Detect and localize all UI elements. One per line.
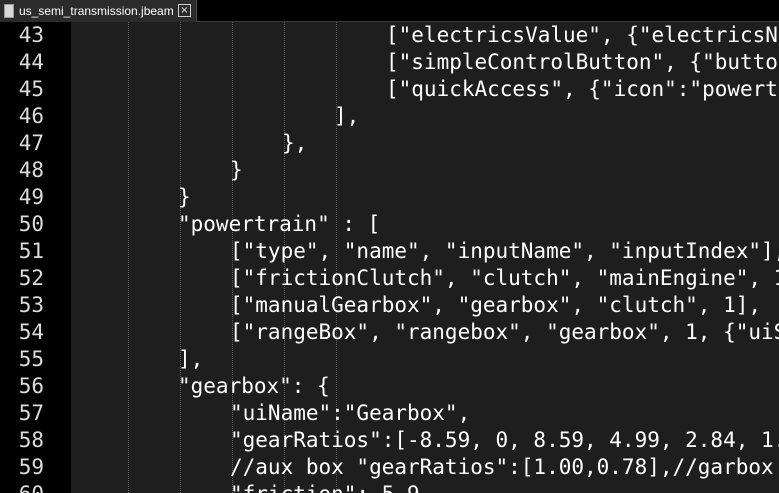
code-line: 52 ["frictionClutch", "clutch", "mainEngi… xyxy=(0,265,779,292)
code-line: 51 ["type", "name", "inputName", "inputIn… xyxy=(0,238,779,265)
code-text[interactable]: ["electricsValue", {"electricsName" xyxy=(386,22,779,49)
code-text[interactable]: ], xyxy=(334,103,359,130)
editor-window: us_semi_transmission.jbeam × 43 ["electri… xyxy=(0,0,779,493)
code-text[interactable]: //aux box "gearRatios":[1.00,0.78],//gar… xyxy=(230,454,779,481)
line-number: 56 xyxy=(18,374,44,398)
code-line: 46], xyxy=(0,103,779,130)
code-lines: 43 ["electricsValue", {"electricsName" 44 [… xyxy=(0,22,779,493)
code-line: 53 ["manualGearbox", "gearbox", "clutch",… xyxy=(0,292,779,319)
code-line: 56 "gearbox": { xyxy=(0,373,779,400)
code-text[interactable]: } xyxy=(178,184,191,211)
line-number: 46 xyxy=(18,104,44,128)
code-line: 45 ["quickAccess", {"icon":"powertrain xyxy=(0,76,779,103)
line-number: 50 xyxy=(18,212,44,236)
code-text[interactable]: } xyxy=(230,157,243,184)
line-number: 54 xyxy=(18,320,44,344)
code-text[interactable]: "friction": 5.9, xyxy=(230,481,432,493)
code-line: 43 ["electricsValue", {"electricsName" xyxy=(0,22,779,49)
code-text[interactable]: "uiName":"Gearbox", xyxy=(230,400,470,427)
line-number: 60 xyxy=(0,481,44,493)
line-number: 55 xyxy=(18,347,44,371)
code-line: 59 //aux box "gearRatios":[1.00,0.78],//g… xyxy=(0,454,779,481)
code-line: 47}, xyxy=(0,130,779,157)
line-number: 44 xyxy=(18,50,44,74)
code-text[interactable]: "gearRatios":[-8.59, 0, 8.59, 4.99, 2.84… xyxy=(230,427,779,454)
code-line: 50 "powertrain" : [ xyxy=(0,211,779,238)
line-number: 52 xyxy=(18,266,44,290)
line-number: 53 xyxy=(18,293,44,317)
file-icon xyxy=(3,4,15,18)
line-number: 49 xyxy=(18,185,44,209)
line-number: 51 xyxy=(18,239,44,263)
code-text[interactable]: ], xyxy=(178,346,203,373)
code-line: 58 "gearRatios":[-8.59, 0, 8.59, 4.99, 2.… xyxy=(0,427,779,454)
code-text[interactable]: ["simpleControlButton", {"buttonId" xyxy=(386,49,779,76)
code-line: 44 ["simpleControlButton", {"buttonId" xyxy=(0,49,779,76)
line-number: 43 xyxy=(18,23,44,47)
code-text[interactable]: "powertrain" : [ xyxy=(178,211,380,238)
file-tab[interactable]: us_semi_transmission.jbeam × xyxy=(0,0,197,22)
code-text[interactable]: }, xyxy=(282,130,307,157)
code-line: 55], xyxy=(0,346,779,373)
code-line: 57 "uiName":"Gearbox", xyxy=(0,400,779,427)
code-view[interactable]: 43 ["electricsValue", {"electricsName" 44 [… xyxy=(0,22,779,493)
code-text[interactable]: ["rangeBox", "rangebox", "gearbox", 1, {… xyxy=(230,319,779,346)
code-text[interactable]: ["quickAccess", {"icon":"powertrain xyxy=(386,76,779,103)
code-line: 54 ["rangeBox", "rangebox", "gearbox", 1,… xyxy=(0,319,779,346)
line-number: 47 xyxy=(18,131,44,155)
line-number: 58 xyxy=(18,428,44,452)
line-number: 57 xyxy=(18,401,44,425)
code-line: 49} xyxy=(0,184,779,211)
code-text[interactable]: "gearbox": { xyxy=(178,373,330,400)
code-line: 48} xyxy=(0,157,779,184)
tab-title: us_semi_transmission.jbeam xyxy=(19,4,174,18)
code-text[interactable]: ["manualGearbox", "gearbox", "clutch", 1… xyxy=(230,292,761,319)
line-number: 45 xyxy=(18,77,44,101)
code-text[interactable]: ["type", "name", "inputName", "inputInde… xyxy=(230,238,779,265)
line-number: 48 xyxy=(18,158,44,182)
code-line: 60 "friction": 5.9, xyxy=(0,481,779,493)
close-icon[interactable]: × xyxy=(178,4,191,17)
tab-bar: us_semi_transmission.jbeam × xyxy=(0,0,779,22)
code-text[interactable]: ["frictionClutch", "clutch", "mainEngine… xyxy=(230,265,779,292)
line-number: 59 xyxy=(18,455,44,479)
